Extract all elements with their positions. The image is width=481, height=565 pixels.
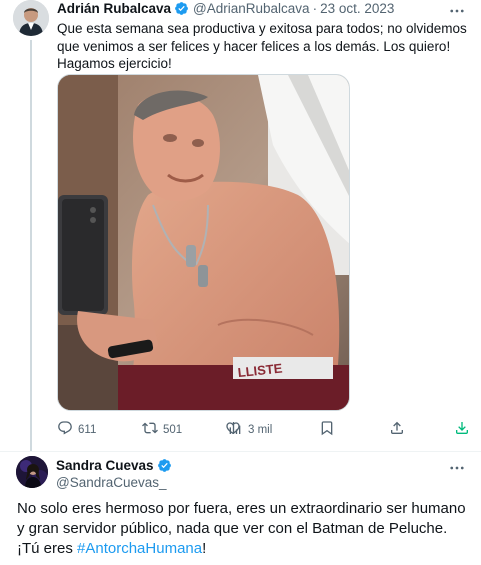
retweet-count: 501: [163, 423, 183, 436]
thread-line: [30, 40, 32, 451]
tweet-header: Adrián Rubalcava @AdrianRubalcava · 23 o…: [57, 1, 394, 16]
avatar[interactable]: [13, 0, 49, 36]
reply-button[interactable]: 611: [57, 420, 96, 439]
tweet-photo[interactable]: LLISTE: [57, 74, 350, 411]
reply-text: No solo eres hermoso por fuera, eres un …: [17, 499, 472, 559]
verified-badge-icon: [157, 458, 172, 473]
reply-text-end: !: [202, 540, 207, 557]
views-icon: [227, 420, 248, 439]
download-button[interactable]: [454, 420, 475, 439]
original-tweet[interactable]: Adrián Rubalcava @AdrianRubalcava · 23 o…: [0, 0, 481, 451]
retweet-icon: [142, 420, 163, 439]
bookmark-icon: [319, 420, 340, 439]
tweet-actions: 611 501 3 mil: [57, 420, 471, 440]
author-name[interactable]: Sandra Cuevas: [56, 458, 154, 473]
views-count: 3 mil: [248, 423, 273, 436]
share-button[interactable]: [389, 420, 410, 439]
more-icon[interactable]: [447, 459, 467, 479]
verified-badge-icon: [174, 1, 189, 16]
share-icon: [389, 420, 410, 439]
retweet-button[interactable]: 501: [142, 420, 182, 439]
reply-count: 611: [78, 423, 97, 436]
bookmark-button[interactable]: [319, 420, 340, 439]
author-handle[interactable]: @AdrianRubalcava: [193, 1, 310, 16]
author-name[interactable]: Adrián Rubalcava: [57, 1, 171, 16]
avatar[interactable]: [16, 456, 48, 488]
more-icon[interactable]: [447, 2, 467, 22]
download-icon: [454, 420, 475, 439]
author-handle[interactable]: @SandraCuevas_: [56, 475, 167, 490]
reply-header: Sandra Cuevas: [56, 458, 176, 473]
tweet-date[interactable]: 23 oct. 2023: [320, 1, 394, 16]
views-button[interactable]: 3 mil: [227, 420, 272, 439]
separator: ·: [312, 1, 318, 16]
tweet-text: Que esta semana sea productiva y exitosa…: [57, 21, 467, 71]
divider: [0, 451, 481, 452]
reply-icon: [57, 420, 78, 439]
hashtag-link[interactable]: #AntorchaHumana: [77, 540, 202, 557]
